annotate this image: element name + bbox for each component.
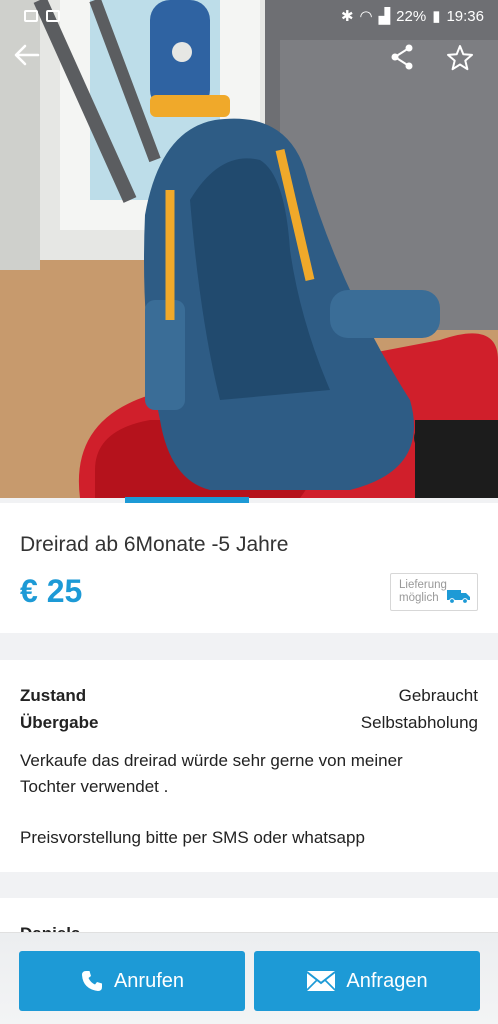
listing-photo[interactable]: ✱ ◠ ▟ 22% ▮ 19:36 bbox=[0, 0, 498, 498]
clock: 19:36 bbox=[446, 7, 484, 25]
share-button[interactable] bbox=[390, 44, 430, 84]
call-button-label: Anrufen bbox=[113, 969, 185, 992]
detail-row-condition: Zustand Gebraucht bbox=[20, 686, 478, 710]
detail-label: Zustand bbox=[20, 686, 87, 705]
wifi-icon: ◠ bbox=[359, 8, 373, 25]
truck-icon bbox=[447, 590, 470, 604]
detail-value: Gebraucht bbox=[398, 686, 478, 705]
request-button-label: Anfragen bbox=[346, 969, 428, 992]
battery-level: 22% bbox=[396, 7, 427, 25]
listing-price: € 25 bbox=[20, 573, 83, 609]
star-icon bbox=[447, 45, 473, 71]
call-button[interactable]: Anrufen bbox=[19, 951, 245, 1011]
system-indicators: ✱ ◠ ▟ 22% ▮ 19:36 bbox=[340, 7, 484, 26]
phone-icon bbox=[81, 971, 102, 991]
battery-icon: ▮ bbox=[432, 8, 441, 25]
status-bar: ✱ ◠ ▟ 22% ▮ 19:36 bbox=[0, 0, 498, 32]
signal-icon: ▟ bbox=[378, 8, 391, 25]
description-paragraph-1: Verkaufe das dreirad würde sehr gerne vo… bbox=[20, 748, 478, 800]
photo-toolbar bbox=[0, 38, 498, 90]
delivery-badge: Lieferung möglich bbox=[390, 573, 478, 611]
detail-value: Selbstabholung bbox=[360, 713, 478, 732]
description-line: Verkaufe das dreirad würde sehr gerne vo… bbox=[20, 751, 403, 770]
flag-notification-icon bbox=[46, 10, 60, 22]
listing-header-card: Dreirad ab 6Monate -5 Jahre € 25 Lieferu… bbox=[0, 503, 498, 633]
listing-title: Dreirad ab 6Monate -5 Jahre bbox=[20, 533, 289, 556]
image-notification-icon bbox=[24, 10, 38, 22]
description-line: Tochter verwendet . bbox=[20, 777, 169, 796]
bluetooth-icon: ✱ bbox=[340, 8, 354, 25]
envelope-icon bbox=[306, 971, 337, 991]
listing-details-card: Zustand Gebraucht Übergabe Selbstabholun… bbox=[0, 660, 498, 872]
back-arrow-icon bbox=[14, 44, 40, 66]
detail-row-handover: Übergabe Selbstabholung bbox=[20, 713, 478, 737]
back-button[interactable] bbox=[14, 44, 54, 84]
favorite-button[interactable] bbox=[446, 44, 486, 84]
detail-label: Übergabe bbox=[20, 713, 99, 732]
contact-action-bar: Anrufen Anfragen bbox=[0, 932, 498, 1024]
description-paragraph-2: Preisvorstellung bitte per SMS oder what… bbox=[20, 828, 365, 847]
notification-icons bbox=[24, 10, 60, 22]
share-icon bbox=[391, 44, 413, 70]
request-button[interactable]: Anfragen bbox=[254, 951, 480, 1011]
